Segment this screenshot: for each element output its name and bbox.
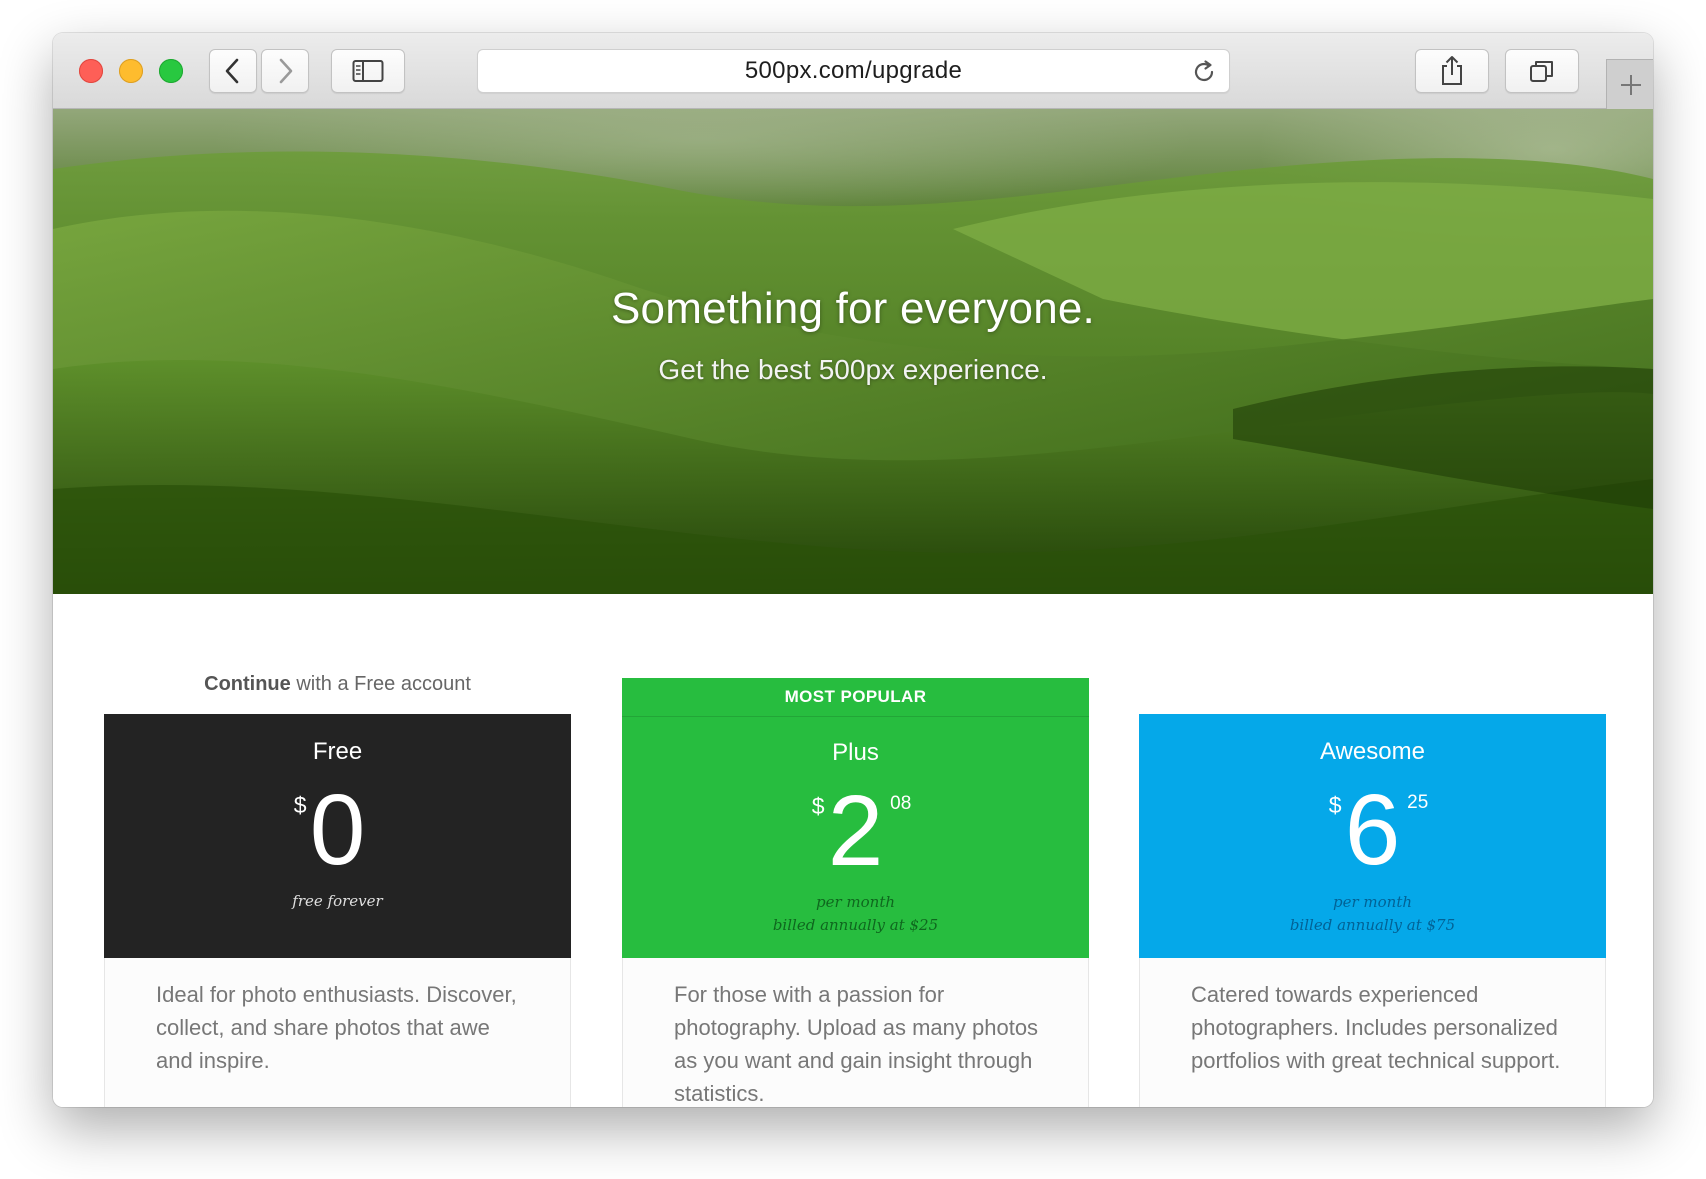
hero-subtitle: Get the best 500px experience.: [658, 354, 1048, 385]
price-cents: 08: [890, 793, 912, 814]
new-tab-button[interactable]: [1606, 59, 1653, 109]
plan-body-free: Ideal for photo enthusiasts. Discover, c…: [104, 958, 571, 1107]
hero-banner: Something for everyone. Get the best 500…: [53, 109, 1653, 594]
plus-icon: [1620, 74, 1641, 95]
continue-bold[interactable]: Continue: [204, 673, 291, 695]
price-note-line1: per month: [815, 893, 896, 911]
chevron-left-icon: [225, 58, 239, 84]
rolling-hills-image: [53, 109, 1653, 594]
plan-card-awesome[interactable]: Awesome $ 6 25 per month billed annually…: [1139, 714, 1606, 1107]
browser-toolbar: 500px.com/upgrade: [53, 33, 1653, 109]
plan-card-free[interactable]: Free $ 0 free forever Ideal for photo en…: [104, 714, 571, 1107]
price-cents: 25: [1407, 792, 1429, 813]
url-text[interactable]: 500px.com/upgrade: [478, 50, 1229, 92]
hero-title: Something for everyone.: [611, 284, 1095, 333]
plan-description: For those with a passion for photography…: [674, 982, 1039, 1106]
plan-header-plus: MOST POPULAR Plus $ 2 08 per month bille…: [622, 678, 1089, 958]
plan-price: $ 0: [104, 780, 571, 880]
price-note: free forever: [104, 890, 571, 913]
price-note-line1: free forever: [292, 892, 383, 910]
sidebar-toggle-button[interactable]: [331, 49, 405, 93]
back-button[interactable]: [209, 49, 257, 93]
currency-symbol: $: [811, 793, 825, 819]
share-icon: [1442, 56, 1462, 85]
price-note-line2: billed annually at $25: [772, 916, 939, 934]
tabs-overview-button[interactable]: [1505, 49, 1579, 93]
plan-name: Plus: [832, 739, 879, 766]
plan-name: Awesome: [1320, 738, 1425, 765]
most-popular-badge: MOST POPULAR: [622, 678, 1089, 717]
close-window-button[interactable]: [79, 59, 103, 83]
plan-description: Ideal for photo enthusiasts. Discover, c…: [156, 982, 517, 1073]
forward-button[interactable]: [261, 49, 309, 93]
plan-description: Catered towards experienced photographer…: [1191, 982, 1561, 1073]
browser-window: 500px.com/upgrade Something for everyone…: [53, 33, 1653, 1107]
reload-icon[interactable]: [1191, 59, 1217, 85]
pricing-section: Continue with a Free account Free $ 0 fr…: [53, 594, 1653, 1107]
share-button[interactable]: [1415, 49, 1489, 93]
plan-header-free: Free $ 0 free forever: [104, 714, 571, 958]
plan-header-awesome: Awesome $ 6 25 per month billed annually…: [1139, 714, 1606, 958]
minimize-window-button[interactable]: [119, 59, 143, 83]
plan-body-plus: For those with a passion for photography…: [622, 958, 1089, 1107]
tabs-icon: [1530, 61, 1553, 82]
zoom-window-button[interactable]: [159, 59, 183, 83]
sidebar-icon: [352, 60, 384, 82]
currency-symbol: $: [1328, 792, 1342, 818]
currency-symbol: $: [293, 792, 307, 818]
price-note: per month billed annually at $75: [1139, 891, 1606, 937]
plan-price: $ 6 25: [1139, 780, 1606, 880]
plan-card-plus[interactable]: MOST POPULAR Plus $ 2 08 per month bille…: [622, 678, 1089, 1107]
address-bar[interactable]: 500px.com/upgrade: [477, 49, 1230, 93]
price-note-line1: per month: [1332, 893, 1413, 911]
price-amount: 6: [1344, 774, 1401, 886]
price-amount: 0: [309, 774, 366, 886]
price-amount: 2: [827, 775, 884, 887]
chevron-right-icon: [279, 58, 293, 84]
price-note: per month billed annually at $25: [622, 891, 1089, 937]
plan-body-awesome: Catered towards experienced photographer…: [1139, 958, 1606, 1107]
price-note-line2: billed annually at $75: [1289, 916, 1456, 934]
plan-price: $ 2 08: [622, 781, 1089, 881]
plan-name: Free: [312, 738, 363, 765]
continue-rest[interactable]: with a Free account: [291, 673, 471, 695]
continue-free-link[interactable]: Continue with a Free account: [104, 673, 571, 696]
